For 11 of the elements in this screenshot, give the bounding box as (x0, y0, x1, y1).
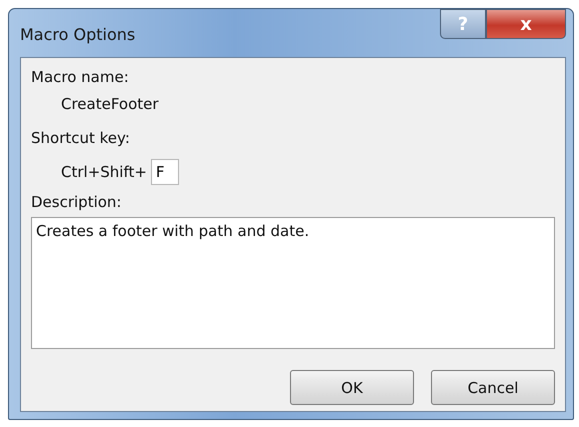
field-label: Macro name: (31, 68, 129, 86)
field-label: Description: (31, 193, 122, 211)
description-field[interactable]: Creates a footer with path and date. (31, 217, 555, 349)
window-title: Macro Options (20, 25, 136, 44)
close-button[interactable]: x (486, 9, 566, 39)
shortcut-key-field[interactable]: F (150, 159, 179, 185)
ok-button[interactable]: OK (290, 370, 414, 405)
macro-name-text: CreateFooter (61, 95, 159, 113)
shortcut-prefix: Ctrl+Shift+ (61, 163, 147, 181)
cancel-button[interactable]: Cancel (431, 370, 555, 405)
field-label: Shortcut key: (31, 129, 130, 147)
